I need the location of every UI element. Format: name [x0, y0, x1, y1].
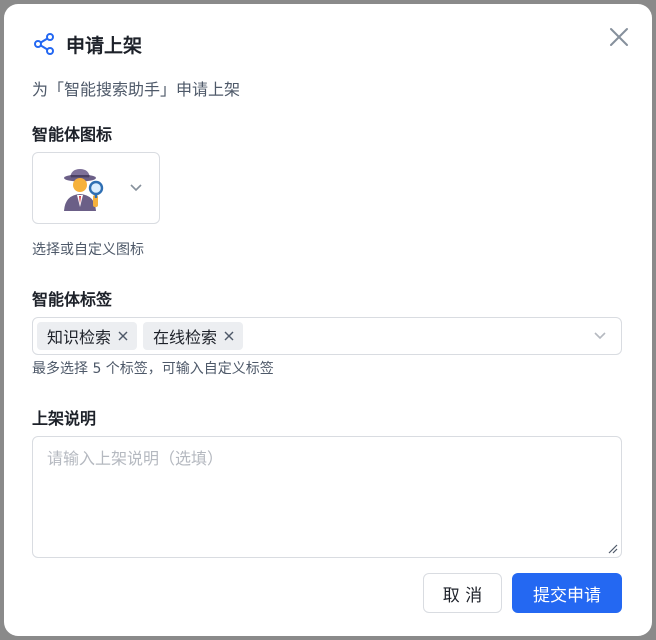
description-textarea[interactable]	[32, 436, 622, 558]
detective-emoji-icon	[64, 169, 104, 211]
agent-tags-select[interactable]: 知识检索 在线检索	[32, 317, 622, 355]
share-icon	[34, 33, 54, 55]
close-icon[interactable]	[608, 26, 630, 48]
agent-icon-label: 智能体图标	[32, 125, 113, 144]
dialog-subtitle: 为「智能搜索助手」申请上架	[32, 80, 241, 99]
tag-label: 在线检索	[153, 328, 218, 347]
resize-handle-icon[interactable]	[608, 544, 618, 554]
submit-button[interactable]: 提交申请	[512, 573, 622, 613]
close-icon[interactable]	[117, 330, 129, 342]
chevron-down-icon	[594, 332, 606, 340]
tag-label: 知识检索	[47, 328, 112, 347]
description-label: 上架说明	[32, 409, 97, 428]
cancel-button[interactable]: 取 消	[423, 573, 502, 613]
chevron-down-icon	[130, 184, 142, 192]
dialog-header: 申请上架	[32, 30, 142, 58]
tag-chip: 知识检索	[37, 322, 138, 350]
agent-icon-hint: 选择或自定义图标	[32, 242, 144, 258]
dialog-title: 申请上架	[66, 34, 143, 57]
close-icon[interactable]	[223, 330, 235, 342]
agent-icon-select[interactable]	[32, 152, 160, 224]
agent-tags-hint: 最多选择 5 个标签，可输入自定义标签	[32, 361, 274, 377]
publish-dialog: 申请上架 为「智能搜索助手」申请上架 智能体图标 选择或自定义图标 智能体标签 …	[4, 4, 652, 636]
agent-tags-label: 智能体标签	[32, 290, 113, 309]
tag-chip: 在线检索	[143, 322, 244, 350]
